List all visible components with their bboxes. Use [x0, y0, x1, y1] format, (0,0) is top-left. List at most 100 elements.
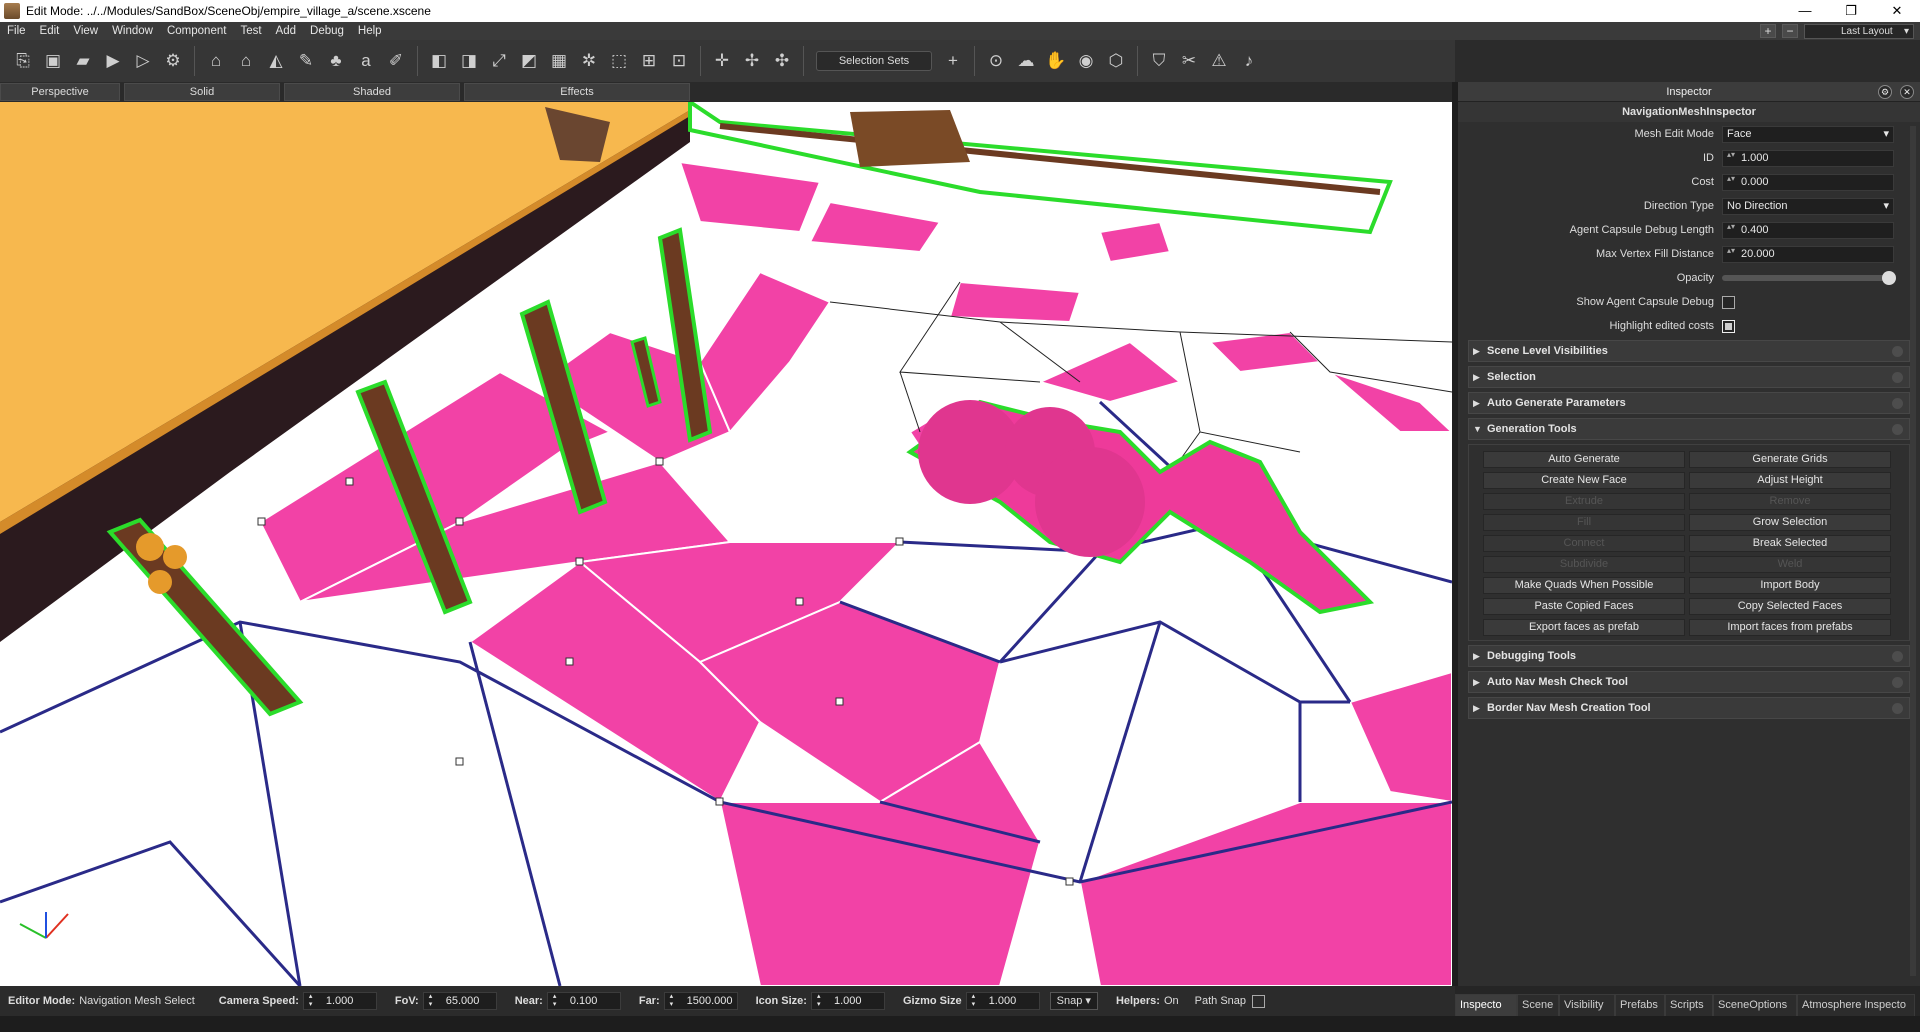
copy-selected-faces-button[interactable]: Copy Selected Faces — [1689, 598, 1891, 615]
path-snap-checkbox[interactable] — [1252, 994, 1266, 1008]
restore-button[interactable]: ❐ — [1828, 0, 1874, 22]
tab-scene-options[interactable]: SceneOptions — [1713, 994, 1797, 1016]
view-perspective-tab[interactable]: Perspective — [0, 83, 120, 101]
grow-selection-button[interactable]: Grow Selection — [1689, 514, 1891, 531]
menu-file[interactable]: File — [0, 25, 33, 37]
menu-component[interactable]: Component — [160, 25, 233, 37]
tree-icon[interactable]: ♣ — [323, 46, 349, 76]
scene-viewport[interactable] — [0, 102, 1452, 986]
binoculars-icon[interactable]: ⊙ — [983, 46, 1009, 76]
grid-cube-icon[interactable]: ⊞ — [636, 46, 662, 76]
play-outline-icon[interactable]: ▷ — [130, 46, 156, 76]
warning-icon[interactable]: ⚠ — [1206, 46, 1232, 76]
add-layout-button[interactable]: + — [1760, 24, 1776, 38]
subdivide-button[interactable]: Subdivide — [1483, 556, 1685, 573]
tab-atmosphere-inspector[interactable]: Atmosphere Inspecto — [1797, 994, 1915, 1016]
tab-inspector[interactable]: Inspecto — [1455, 994, 1517, 1016]
play-icon[interactable]: ▶ — [100, 46, 126, 76]
terrain-icon[interactable]: ◭ — [263, 46, 289, 76]
tab-scene[interactable]: Scene — [1517, 994, 1559, 1016]
scale-gizmo-icon[interactable]: ✣ — [769, 46, 795, 76]
cube-add-icon[interactable]: ◨ — [456, 46, 482, 76]
gizmo-size-field[interactable]: 1.000 — [965, 992, 1040, 1010]
brush-icon[interactable]: ✐ — [383, 46, 409, 76]
wire-cube-icon[interactable]: ⬚ — [606, 46, 632, 76]
mesh-edit-mode-dropdown[interactable]: Face — [1722, 125, 1894, 143]
tab-prefabs[interactable]: Prefabs — [1615, 994, 1665, 1016]
new-scene-icon[interactable]: ⎘ — [10, 46, 36, 76]
generate-grids-button[interactable]: Generate Grids — [1689, 451, 1891, 468]
section-scene-level-visibilities[interactable]: ▶ Scene Level Visibilities — [1468, 340, 1910, 362]
remove-layout-button[interactable]: − — [1782, 24, 1798, 38]
menu-debug[interactable]: Debug — [303, 25, 351, 37]
text-icon[interactable]: a — [353, 46, 379, 76]
view-shaded-tab[interactable]: Shaded — [284, 83, 460, 101]
layout-dropdown[interactable]: Last Layout — [1804, 23, 1914, 39]
section-auto-nav-mesh-check[interactable]: ▶ Auto Nav Mesh Check Tool — [1468, 671, 1910, 693]
view-solid-tab[interactable]: Solid — [124, 83, 280, 101]
view-effects-tab[interactable]: Effects — [464, 83, 690, 101]
gear-cube-icon[interactable]: ✲ — [576, 46, 602, 76]
build-icon[interactable]: ⚙ — [160, 46, 186, 76]
menu-help[interactable]: Help — [351, 25, 389, 37]
gi-icon[interactable]: ⬡ — [1103, 46, 1129, 76]
extrude-button[interactable]: Extrude — [1483, 493, 1685, 510]
scale-icon[interactable]: ⤢ — [486, 46, 512, 76]
adjust-height-button[interactable]: Adjust Height — [1689, 472, 1891, 489]
camera-speed-field[interactable]: 1.000 — [302, 992, 377, 1010]
hand-icon[interactable]: ✋ — [1043, 46, 1069, 76]
agent-capsule-length-field[interactable]: ▴▾ 0.400 — [1722, 221, 1894, 239]
id-field[interactable]: ▴▾ 1.000 — [1722, 149, 1894, 167]
auto-generate-button[interactable]: Auto Generate — [1483, 451, 1685, 468]
fov-field[interactable]: 65.000 — [422, 992, 497, 1010]
cost-field[interactable]: ▴▾ 0.000 — [1722, 173, 1894, 191]
ruler-icon[interactable]: ✂ — [1176, 46, 1202, 76]
show-agent-capsule-checkbox[interactable] — [1722, 295, 1735, 309]
selection-sets-button[interactable]: Selection Sets — [816, 51, 932, 71]
icon-size-field[interactable]: 1.000 — [810, 992, 885, 1010]
pivot-cube-icon[interactable]: ⊡ — [666, 46, 692, 76]
section-border-nav-mesh[interactable]: ▶ Border Nav Mesh Creation Tool — [1468, 697, 1910, 719]
shield-icon[interactable]: ⛉ — [1146, 46, 1172, 76]
opacity-slider-handle[interactable] — [1882, 271, 1896, 285]
add-selection-set-button[interactable]: + — [940, 46, 966, 76]
paint-icon[interactable]: ✎ — [293, 46, 319, 76]
weather-icon[interactable]: ☁ — [1013, 46, 1039, 76]
helpers-value[interactable]: On — [1164, 995, 1179, 1007]
menu-view[interactable]: View — [66, 25, 105, 37]
cube-move-icon[interactable]: ◩ — [516, 46, 542, 76]
section-selection[interactable]: ▶ Selection — [1468, 366, 1910, 388]
break-selected-button[interactable]: Break Selected — [1689, 535, 1891, 552]
eye-icon[interactable]: ◉ — [1073, 46, 1099, 76]
save-icon[interactable]: ▣ — [40, 46, 66, 76]
inspector-close-icon[interactable]: ✕ — [1900, 85, 1914, 99]
minimize-button[interactable]: — — [1782, 0, 1828, 22]
mesh-icon[interactable]: ▦ — [546, 46, 572, 76]
rotate-gizmo-icon[interactable]: ✢ — [739, 46, 765, 76]
far-field[interactable]: 1500.000 — [663, 992, 738, 1010]
tab-scripts[interactable]: Scripts — [1665, 994, 1713, 1016]
sound-icon[interactable]: ♪ — [1236, 46, 1262, 76]
connect-button[interactable]: Connect — [1483, 535, 1685, 552]
import-body-button[interactable]: Import Body — [1689, 577, 1891, 594]
menu-test[interactable]: Test — [233, 25, 268, 37]
house-icon[interactable]: ⌂ — [203, 46, 229, 76]
opacity-slider[interactable] — [1722, 271, 1896, 285]
paste-copied-faces-button[interactable]: Paste Copied Faces — [1483, 598, 1685, 615]
near-field[interactable]: 0.100 — [546, 992, 621, 1010]
import-faces-prefabs-button[interactable]: Import faces from prefabs — [1689, 619, 1891, 636]
tab-visibility[interactable]: Visibility — [1559, 994, 1615, 1016]
max-vertex-fill-field[interactable]: ▴▾ 20.000 — [1722, 245, 1894, 263]
snap-dropdown[interactable]: Snap ▾ — [1049, 992, 1098, 1010]
direction-type-dropdown[interactable]: No Direction — [1722, 197, 1894, 215]
menu-edit[interactable]: Edit — [33, 25, 67, 37]
create-new-face-button[interactable]: Create New Face — [1483, 472, 1685, 489]
cube-icon[interactable]: ◧ — [426, 46, 452, 76]
section-auto-generate-parameters[interactable]: ▶ Auto Generate Parameters — [1468, 392, 1910, 414]
fill-button[interactable]: Fill — [1483, 514, 1685, 531]
scene-render[interactable] — [0, 102, 1452, 986]
make-quads-button[interactable]: Make Quads When Possible — [1483, 577, 1685, 594]
highlight-costs-checkbox[interactable] — [1722, 319, 1735, 333]
section-debugging-tools[interactable]: ▶ Debugging Tools — [1468, 645, 1910, 667]
export-faces-prefab-button[interactable]: Export faces as prefab — [1483, 619, 1685, 636]
